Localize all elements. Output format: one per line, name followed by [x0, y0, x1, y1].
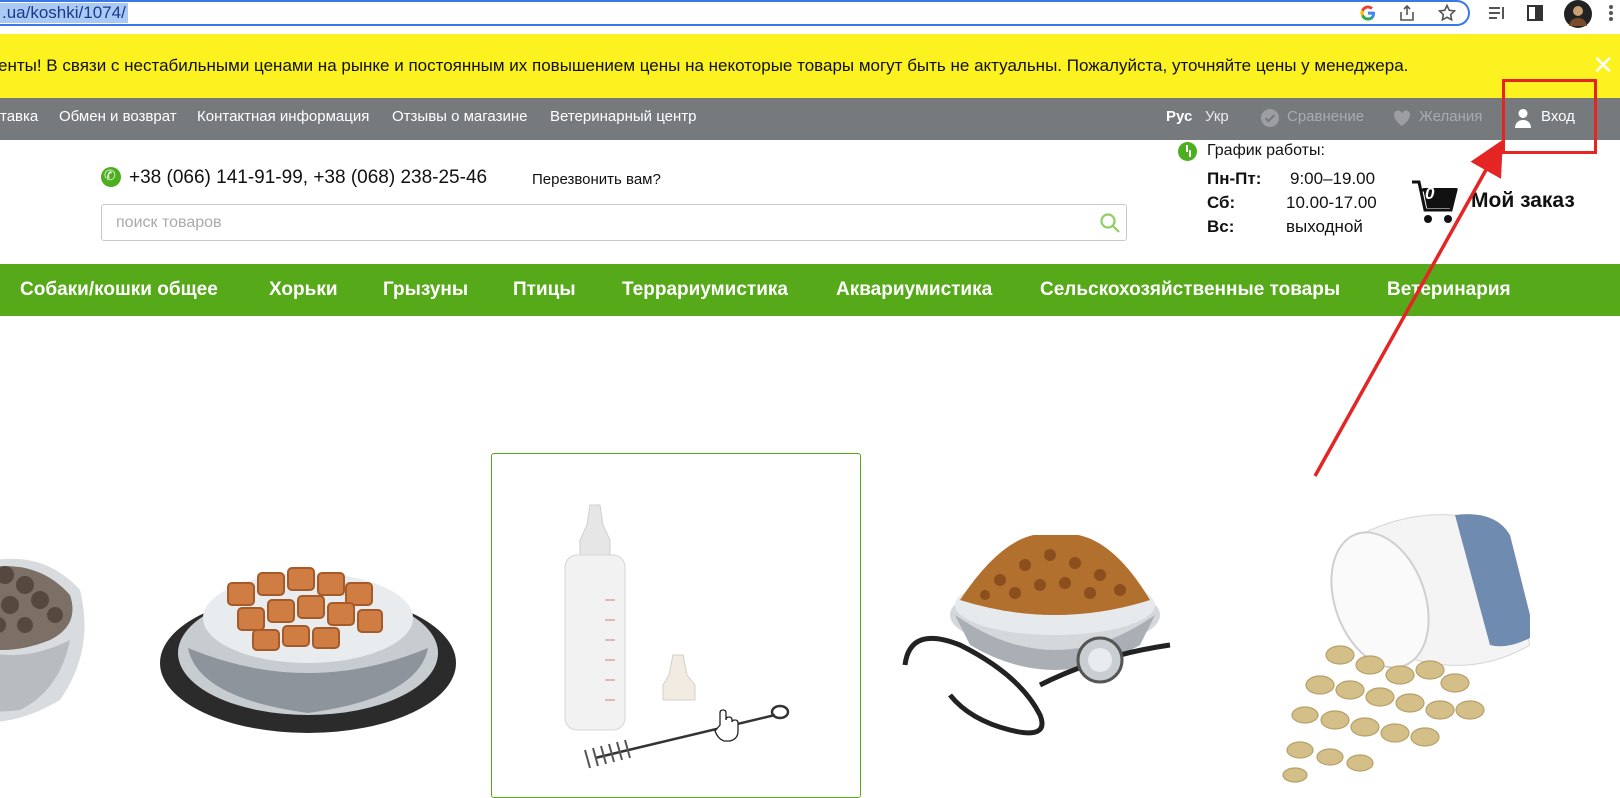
annotation-arrow: [1313, 139, 1503, 477]
